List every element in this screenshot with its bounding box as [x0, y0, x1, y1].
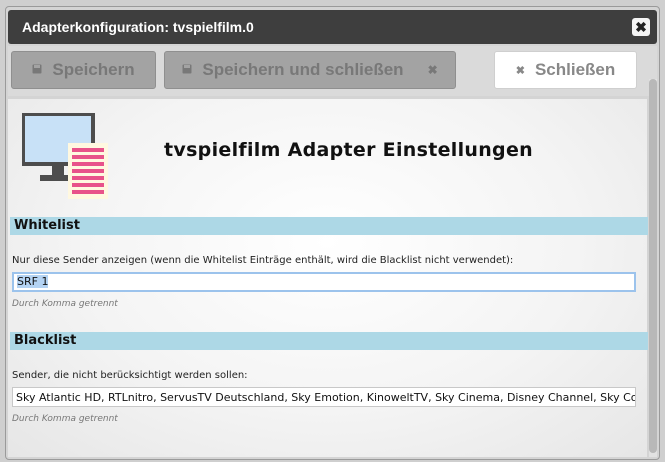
- page-title: tvspielfilm Adapter Einstellungen: [164, 139, 533, 161]
- floppy-disk-icon: [182, 64, 192, 77]
- blacklist-input-value: Sky Atlantic HD, RTLnitro, ServusTV Deut…: [16, 391, 636, 404]
- whitelist-header: Whitelist: [10, 217, 648, 235]
- dialog-titlebar[interactable]: Adapterkonfiguration: tvspielfilm.0 ✖: [8, 10, 657, 44]
- floppy-disk-icon: [32, 64, 42, 77]
- close-icon: ✖: [515, 64, 525, 77]
- content-scrollbar[interactable]: [649, 79, 657, 457]
- blacklist-hint: Durch Komma getrennt: [12, 414, 118, 424]
- save-and-close-button[interactable]: Speichern und schließen ✖: [164, 51, 456, 89]
- blacklist-header: Blacklist: [10, 332, 648, 350]
- whitelist-label: Nur diese Sender anzeigen (wenn die Whit…: [12, 255, 514, 266]
- scrollbar-thumb[interactable]: [649, 79, 657, 453]
- whitelist-input[interactable]: SRF 1: [12, 272, 636, 292]
- dialog-toolbar: Speichern Speichern und schließen ✖ ✖ Sc…: [8, 46, 657, 96]
- whitelist-input-value: SRF 1: [17, 275, 49, 288]
- monitor-list-logo: [21, 112, 112, 203]
- save-and-close-button-label: Speichern und schließen: [202, 60, 404, 79]
- close-icon: ✖: [427, 63, 438, 77]
- save-button-label: Speichern: [52, 60, 135, 79]
- blacklist-input[interactable]: Sky Atlantic HD, RTLnitro, ServusTV Deut…: [12, 387, 636, 407]
- close-button-label: Schließen: [534, 60, 616, 79]
- dialog-title: Adapterkonfiguration: tvspielfilm.0: [22, 19, 254, 35]
- whitelist-hint: Durch Komma getrennt: [12, 299, 118, 309]
- dialog-close-button[interactable]: ✖: [632, 18, 650, 36]
- close-button[interactable]: ✖ Schließen: [494, 51, 637, 89]
- adapter-config-dialog: Adapterkonfiguration: tvspielfilm.0 ✖ Sp…: [5, 6, 660, 460]
- dialog-content: tvspielfilm Adapter Einstellungen Whitel…: [8, 99, 648, 457]
- blacklist-label: Sender, die nicht berücksichtigt werden …: [12, 370, 248, 381]
- save-button[interactable]: Speichern: [11, 51, 156, 89]
